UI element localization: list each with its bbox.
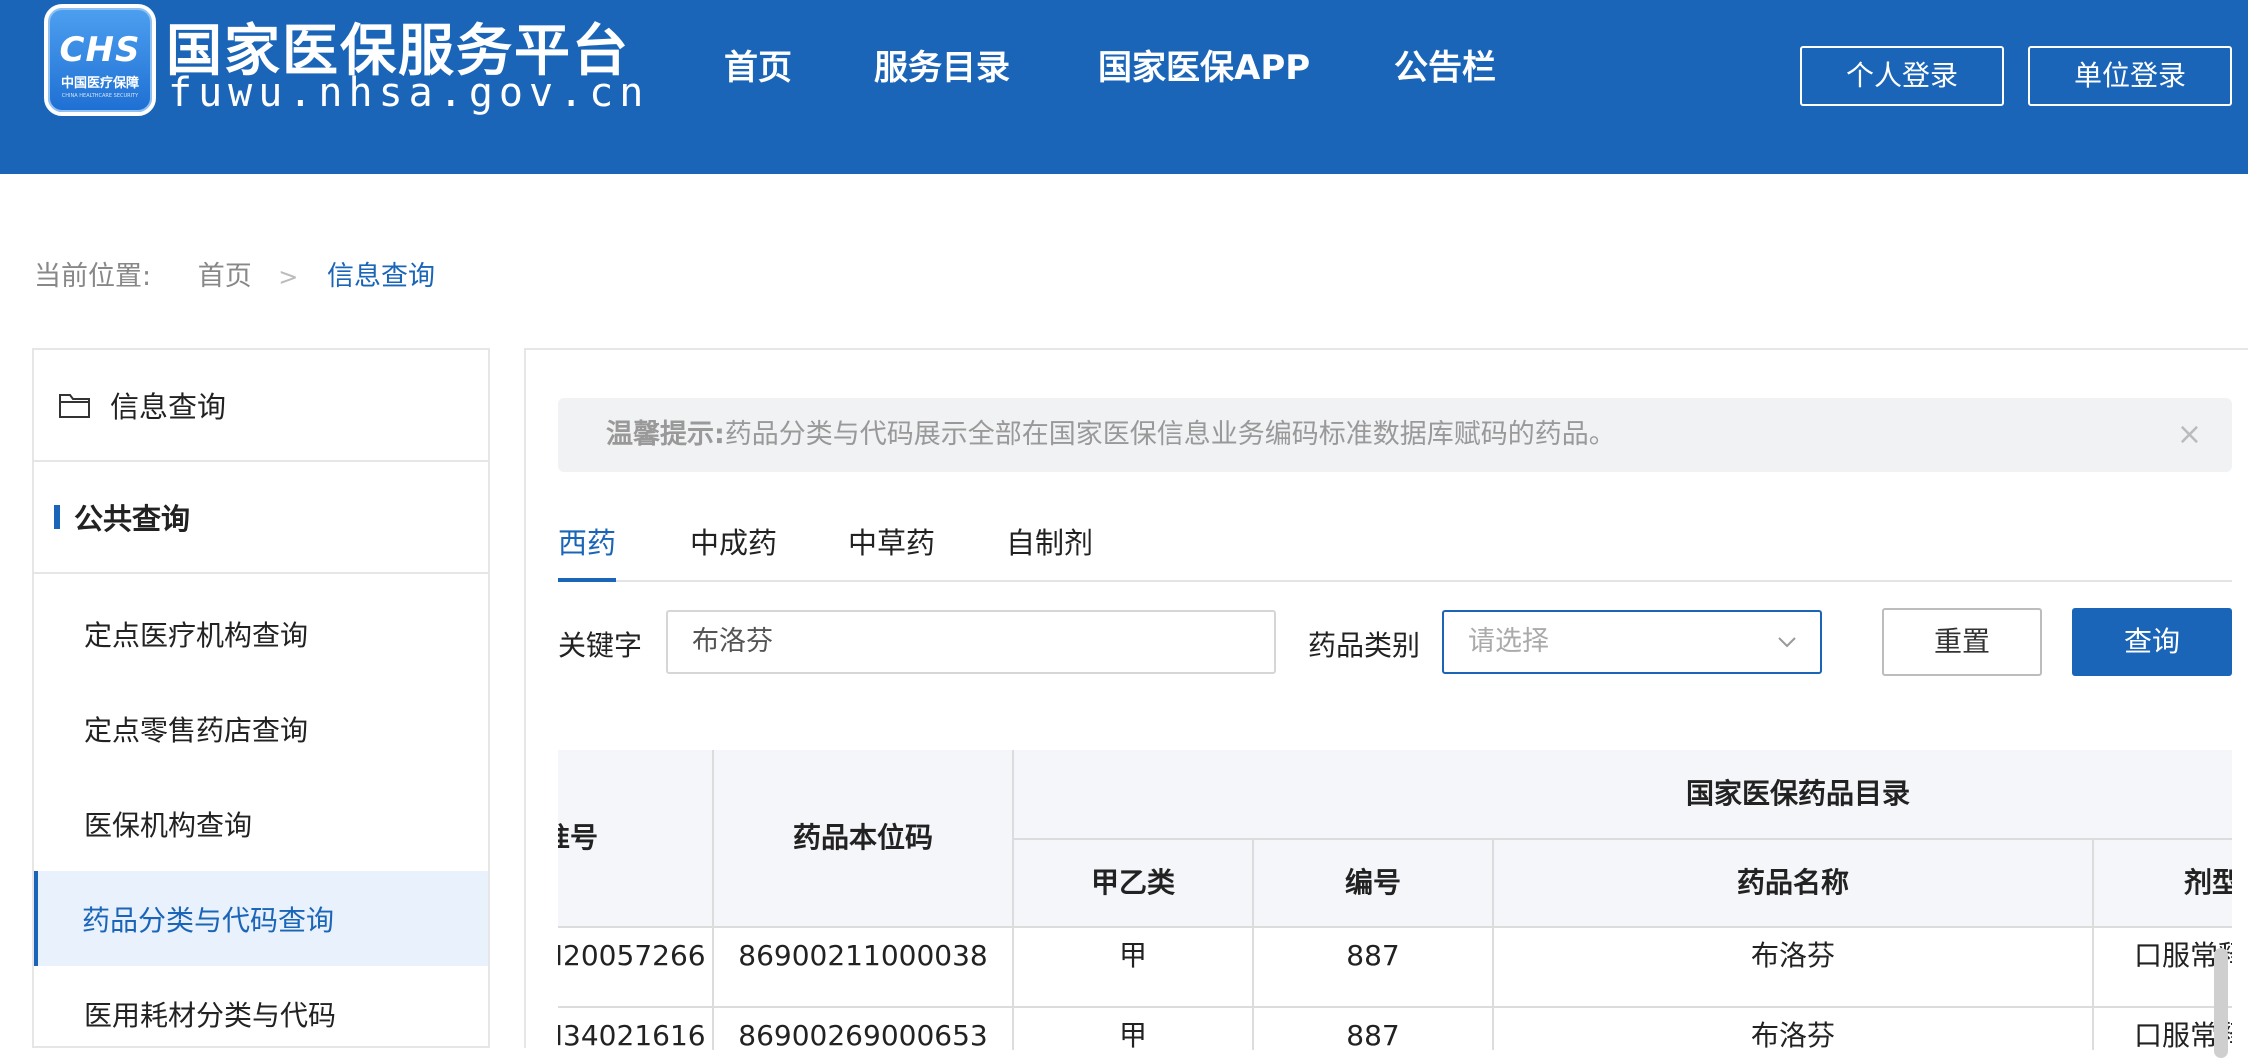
- th-number: 编号: [1254, 840, 1492, 926]
- cell-drug-code: 86900211000038: [738, 939, 988, 972]
- chevron-down-icon: [1776, 612, 1798, 694]
- cell-dosage-form: 口服常释: [2134, 1019, 2232, 1050]
- cell-class: 甲: [1118, 939, 1147, 972]
- tip-text: 药品分类与代码展示全部在国家医保信息业务编码标准数据库赋码的药品。: [724, 419, 1616, 450]
- table-scrollbar[interactable]: [2214, 948, 2228, 1058]
- nav-service-catalog[interactable]: 服务目录: [874, 40, 1010, 89]
- breadcrumb: 当前位置: 首页 > 信息查询: [34, 254, 435, 293]
- chevron-right-icon: >: [278, 263, 299, 291]
- drug-table: 准号 药品本位码 国家医保药品目录 甲乙类 编号 药品名称 剂型 H200572…: [558, 750, 2232, 1050]
- cell-drug-code: 86900269000653: [738, 1019, 988, 1050]
- keyword-input[interactable]: 布洛芬: [666, 610, 1276, 674]
- cell-dosage-form: 口服常释: [2134, 939, 2232, 972]
- th-drug-code: 药品本位码: [714, 750, 1012, 926]
- breadcrumb-label: 当前位置:: [34, 261, 152, 292]
- category-select[interactable]: 请选择: [1442, 610, 1822, 674]
- grid-line: [712, 750, 714, 1050]
- tip-banner: 温馨提示:药品分类与代码展示全部在国家医保信息业务编码标准数据库赋码的药品。 ×: [558, 398, 2232, 472]
- breadcrumb-current: 信息查询: [327, 261, 435, 292]
- sidebar-group-label: 公共查询: [74, 502, 191, 536]
- grid-line: [1012, 750, 1014, 1050]
- sidebar-item-retail-pharmacy[interactable]: 定点零售药店查询: [34, 681, 488, 776]
- th-class: 甲乙类: [1014, 840, 1252, 926]
- unit-login-button[interactable]: 单位登录: [2028, 46, 2232, 106]
- category-placeholder: 请选择: [1468, 626, 1549, 657]
- breadcrumb-home[interactable]: 首页: [198, 261, 252, 292]
- th-approval-no-label: 准号: [558, 821, 599, 854]
- site-domain: fuwu.nhsa.gov.cn: [168, 70, 650, 116]
- cell-approval-no: H34021616: [558, 1019, 706, 1050]
- sidebar-group-public-query: 公共查询: [34, 462, 488, 574]
- tab-chinese-herbal[interactable]: 中草药: [848, 520, 935, 582]
- cell-class: 甲: [1118, 1019, 1147, 1050]
- chs-logo-icon[interactable]: CHS 中国医疗保障 CHINA HEALTHCARE SECURITY: [44, 4, 156, 116]
- th-approval-no: 准号: [558, 750, 712, 926]
- th-national-catalog: 国家医保药品目录: [1014, 750, 2232, 838]
- cell-drug-name: 布洛芬: [1750, 1019, 1835, 1050]
- logo-en: CHINA HEALTHCARE SECURITY: [61, 93, 139, 99]
- tab-self-made[interactable]: 自制剂: [1006, 520, 1093, 582]
- group-indicator: [54, 505, 60, 529]
- nav-home[interactable]: 首页: [724, 40, 792, 89]
- site-header: CHS 中国医疗保障 CHINA HEALTHCARE SECURITY 国家医…: [0, 0, 2248, 174]
- logo-mark: CHS: [59, 30, 141, 70]
- cell-approval-no: H20057266: [558, 939, 706, 972]
- personal-login-button[interactable]: 个人登录: [1800, 46, 2004, 106]
- sidebar-item-insurance-agency[interactable]: 医保机构查询: [34, 776, 488, 871]
- tab-western-medicine[interactable]: 西药: [558, 520, 617, 582]
- keyword-label: 关键字: [558, 629, 643, 662]
- sidebar-item-consumables-code[interactable]: 医用耗材分类与代码: [34, 966, 488, 1061]
- logo-cn: 中国医疗保障: [60, 76, 139, 91]
- table-row[interactable]: H20057266: [558, 926, 712, 986]
- reset-button[interactable]: 重置: [1882, 608, 2042, 676]
- main-panel: 温馨提示:药品分类与代码展示全部在国家医保信息业务编码标准数据库赋码的药品。 ×…: [524, 348, 2248, 1058]
- drug-type-tabs: 西药 中成药 中草药 自制剂: [558, 520, 2232, 582]
- tab-chinese-patent-medicine[interactable]: 中成药: [690, 520, 777, 582]
- th-dosage-form: 剂型: [2094, 840, 2232, 926]
- close-icon[interactable]: ×: [2177, 398, 2202, 472]
- folder-icon: [59, 394, 90, 418]
- sidebar: 信息查询 公共查询 定点医疗机构查询 定点零售药店查询 医保机构查询 药品分类与…: [32, 348, 490, 1048]
- cell-number: 887: [1346, 939, 1400, 972]
- nav-app[interactable]: 国家医保APP: [1098, 40, 1310, 89]
- sidebar-item-drug-code[interactable]: 药品分类与代码查询: [34, 871, 488, 966]
- query-button[interactable]: 查询: [2072, 608, 2232, 676]
- category-label: 药品类别: [1308, 629, 1421, 662]
- sidebar-heading: 信息查询: [34, 350, 488, 462]
- cell-drug-name: 布洛芬: [1750, 939, 1835, 972]
- cell-number: 887: [1346, 1019, 1400, 1050]
- sidebar-item-medical-institution[interactable]: 定点医疗机构查询: [34, 586, 488, 681]
- sidebar-heading-label: 信息查询: [110, 390, 227, 424]
- tip-label: 温馨提示:: [606, 419, 725, 450]
- nav-bulletin[interactable]: 公告栏: [1394, 40, 1496, 89]
- th-drug-name: 药品名称: [1494, 840, 2092, 926]
- grid-line: [1014, 838, 2232, 840]
- table-row[interactable]: H34021616: [558, 1006, 712, 1050]
